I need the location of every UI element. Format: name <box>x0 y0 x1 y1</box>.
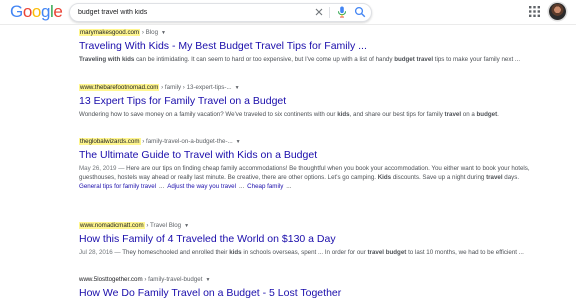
sitelink[interactable]: General tips for family travel <box>79 183 156 190</box>
snippet-text: days. <box>502 173 520 181</box>
snippet-keyword: kids <box>337 111 350 118</box>
result-breadcrumb: › Travel Blog <box>144 222 182 229</box>
apps-grid-icon[interactable] <box>529 6 540 17</box>
snippet-text: Wondering how to save money on a family … <box>79 111 338 118</box>
result-breadcrumb: › Blog <box>140 29 159 36</box>
snippet-text: to last 10 months, we had to be efficien… <box>406 249 524 256</box>
logo-letter: G <box>10 2 23 21</box>
snippet-text: They homeschooled and enrolled their <box>122 249 230 256</box>
close-icon[interactable] <box>314 7 324 17</box>
result-title-link[interactable]: How this Family of 4 Traveled the World … <box>79 233 539 246</box>
search-input[interactable] <box>78 5 308 20</box>
logo-letter: o <box>31 2 41 21</box>
sitelink-separator: ... <box>239 183 245 191</box>
header-divider <box>0 24 576 25</box>
result-domain: theglobalwizards.com <box>79 138 141 145</box>
search-icon[interactable] <box>354 6 366 18</box>
avatar[interactable] <box>549 3 566 20</box>
snippet-text: , and share our best tips for family <box>349 111 445 118</box>
chevron-down-icon[interactable]: ▼ <box>161 30 166 36</box>
snippet-keyword: Traveling with kids <box>79 56 135 63</box>
snippet-keyword: travel <box>444 111 462 118</box>
snippet-text: . <box>497 111 499 118</box>
logo-letter: e <box>53 2 63 21</box>
microphone-icon[interactable] <box>337 6 347 18</box>
result-title-link[interactable]: The Ultimate Guide to Travel with Kids o… <box>79 149 539 162</box>
result-breadcrumb: › family › 13-expert-tips-... <box>159 84 232 91</box>
result-breadcrumb: › family-travel-on-a-budget-the-... <box>140 138 233 145</box>
search-result: theglobalwizards.com › family-travel-on-… <box>79 138 539 192</box>
search-result: www.nomadicmatt.com › Travel Blog ▼ How t… <box>79 222 539 258</box>
result-url[interactable]: theglobalwizards.com › family-travel-on-… <box>79 138 539 146</box>
result-domain: marymakesgood.com <box>79 29 141 36</box>
result-url[interactable]: www.thebarefootnomad.com › family › 13-e… <box>79 84 539 92</box>
snippet-text: in schools overseas, spent ... In order … <box>241 249 368 256</box>
sitelink-separator: ... <box>286 183 292 191</box>
result-date: May 26, 2019 — <box>79 165 127 172</box>
result-url[interactable]: www.5losttogether.com › family-travel-bu… <box>79 276 539 284</box>
result-title-link[interactable]: How We Do Family Travel on a Budget - 5 … <box>79 287 539 300</box>
snippet-text: can be intimidating. It can seem to hard… <box>134 56 395 63</box>
result-domain: www.5losttogether.com <box>79 276 143 283</box>
search-result: www.5losttogether.com › family-travel-bu… <box>79 276 539 300</box>
result-domain: www.nomadicmatt.com <box>79 222 145 229</box>
google-logo[interactable]: Google <box>10 2 63 22</box>
snippet-keyword: kids <box>229 249 242 256</box>
snippet-text: on a <box>461 111 477 118</box>
snippet-text: discounts. Save up a night during <box>391 173 487 181</box>
result-date: Jul 28, 2016 — <box>79 249 123 256</box>
search-box-divider <box>329 7 330 18</box>
result-snippet: Traveling with kids can be intimidating.… <box>79 56 539 65</box>
snippet-keyword: budget <box>476 111 498 118</box>
snippet-text: tips to make your family next ... <box>433 56 521 63</box>
top-bar: Google <box>0 0 576 24</box>
snippet-keyword: travel budget <box>367 249 407 256</box>
snippet-keyword: Kids <box>377 173 392 181</box>
result-domain: www.thebarefootnomad.com <box>79 84 160 91</box>
chevron-down-icon[interactable]: ▼ <box>184 223 189 229</box>
result-title-link[interactable]: 13 Expert Tips for Family Travel on a Bu… <box>79 95 539 108</box>
snippet-keyword: travel <box>486 173 503 181</box>
logo-letter: o <box>22 2 32 21</box>
result-breadcrumb: › family-travel-budget <box>142 276 203 283</box>
chevron-down-icon[interactable]: ▼ <box>236 139 241 145</box>
result-snippet: Wondering how to save money on a family … <box>79 111 539 120</box>
search-result: marymakesgood.com › Blog ▼ Traveling With… <box>79 29 539 65</box>
sitelink[interactable]: Cheap family <box>247 183 283 190</box>
sitelink-separator: ... <box>159 183 165 191</box>
result-url[interactable]: marymakesgood.com › Blog ▼ <box>79 29 539 37</box>
search-result: www.thebarefootnomad.com › family › 13-e… <box>79 84 539 120</box>
result-sitelinks: General tips for family travel... Adjust … <box>79 183 539 192</box>
logo-letter: g <box>40 2 51 21</box>
result-snippet: Jul 28, 2016 — They homeschooled and enr… <box>79 249 539 258</box>
result-snippet: May 26, 2019 — Here are our tips on find… <box>79 165 539 182</box>
chevron-down-icon[interactable]: ▼ <box>205 277 210 283</box>
result-title-link[interactable]: Traveling With Kids - My Best Budget Tra… <box>79 40 539 53</box>
snippet-keyword: budget travel <box>394 56 434 63</box>
search-box[interactable] <box>69 3 372 22</box>
result-url[interactable]: www.nomadicmatt.com › Travel Blog ▼ <box>79 222 539 230</box>
sitelink[interactable]: Adjust the way you travel <box>167 183 236 190</box>
chevron-down-icon[interactable]: ▼ <box>235 85 240 91</box>
